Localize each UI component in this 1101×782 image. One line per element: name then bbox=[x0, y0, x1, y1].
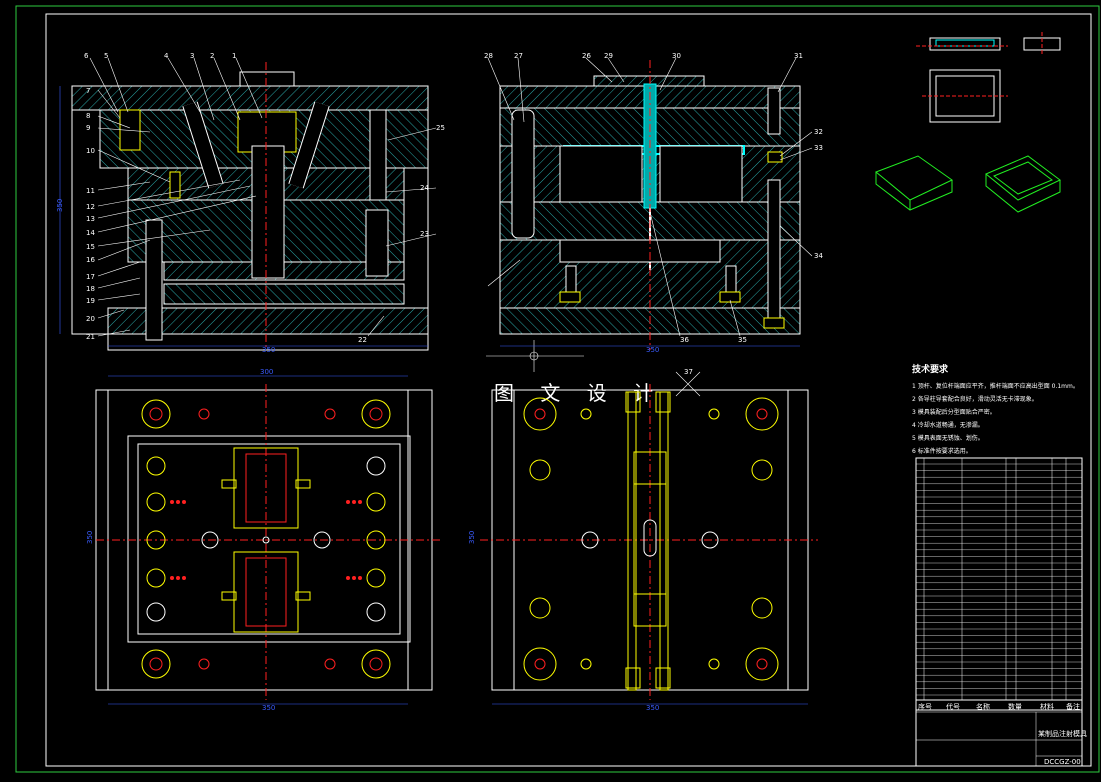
drawing-number: DCCGZ-00 bbox=[1044, 758, 1081, 766]
title-block-col-4: 材料 bbox=[1040, 702, 1054, 711]
callout-25: 25 bbox=[436, 124, 445, 132]
cad-drawing-canvas[interactable]: 6 5 4 3 2 1 7 8 9 10 11 12 13 14 15 16 1… bbox=[0, 0, 1101, 782]
callout-12: 12 bbox=[86, 203, 95, 211]
callout-31: 31 bbox=[794, 52, 803, 60]
callout-26: 26 bbox=[582, 52, 591, 60]
bottom-right-plan-view bbox=[480, 371, 818, 705]
callout-27: 27 bbox=[514, 52, 523, 60]
dim-bottom-left-width: 350 bbox=[262, 704, 275, 712]
callout-11: 11 bbox=[86, 187, 95, 195]
callout-14: 14 bbox=[86, 229, 95, 237]
callout-8: 8 bbox=[86, 112, 90, 120]
title-block-col-5: 备注 bbox=[1066, 702, 1080, 711]
callout-29: 29 bbox=[604, 52, 613, 60]
callout-19: 19 bbox=[86, 297, 95, 305]
callout-15: 15 bbox=[86, 243, 95, 251]
callout-30: 30 bbox=[672, 52, 681, 60]
callout-7: 7 bbox=[86, 87, 90, 95]
callout-32: 32 bbox=[814, 128, 823, 136]
title-block-col-3: 数量 bbox=[1008, 702, 1022, 711]
tech-req-line: 3 模具装配后分型面贴合严密。 bbox=[912, 408, 996, 416]
callout-34: 34 bbox=[814, 252, 823, 260]
part-views bbox=[875, 32, 1061, 213]
callout-33: 33 bbox=[814, 144, 823, 152]
tech-req-line: 4 冷却水道畅通，无渗漏。 bbox=[912, 421, 984, 429]
callout-5: 5 bbox=[104, 52, 108, 60]
callout-6: 6 bbox=[84, 52, 89, 60]
tech-req-line: 5 模具表面无锈蚀、划伤。 bbox=[912, 434, 984, 442]
bottom-left-plan-view bbox=[95, 375, 440, 705]
technical-requirements: 技术要求 1 顶杆、复位杆端面应平齐，推杆端面不应高出型面 0.1mm。 2 各… bbox=[912, 363, 1079, 455]
drawing-sheet: 6 5 4 3 2 1 7 8 9 10 11 12 13 14 15 16 1… bbox=[15, 5, 1100, 773]
drawing-title: 某制品注射模具 bbox=[1038, 729, 1087, 738]
callout-28: 28 bbox=[484, 52, 493, 60]
dim-bottom-left-top: 300 bbox=[260, 368, 273, 376]
callout-9: 9 bbox=[86, 124, 90, 132]
callout-16: 16 bbox=[86, 256, 95, 264]
top-left-section-view bbox=[59, 57, 437, 351]
callout-20: 20 bbox=[86, 315, 95, 323]
dim-top-left-width: 350 bbox=[262, 346, 275, 354]
title-block-col-1: 代号 bbox=[946, 702, 960, 711]
callout-2: 2 bbox=[210, 52, 214, 60]
dim-top-right-width: 350 bbox=[646, 346, 659, 354]
tech-req-line: 2 各导柱导套配合良好，滑动灵活无卡滞现象。 bbox=[912, 395, 1038, 403]
title-block-col-2: 名称 bbox=[976, 702, 990, 711]
callout-35: 35 bbox=[738, 336, 747, 344]
watermark-text: 图 文 设 计 bbox=[494, 381, 663, 405]
callout-24: 24 bbox=[420, 184, 429, 192]
callout-17: 17 bbox=[86, 273, 95, 281]
dim-bottom-left-height: 350 bbox=[86, 531, 94, 544]
callout-22: 22 bbox=[358, 336, 367, 344]
tech-req-title: 技术要求 bbox=[912, 363, 949, 375]
title-block-col-0: 序号 bbox=[918, 702, 932, 711]
parts-list-table bbox=[915, 457, 1083, 711]
callout-13: 13 bbox=[86, 215, 95, 223]
callout-1: 1 bbox=[232, 52, 236, 60]
callout-21: 21 bbox=[86, 333, 95, 341]
callout-10: 10 bbox=[86, 147, 95, 155]
dim-left-height: 350 bbox=[56, 199, 64, 212]
top-right-section-view bbox=[486, 57, 813, 372]
callout-37: 37 bbox=[684, 368, 693, 376]
callout-18: 18 bbox=[86, 285, 95, 293]
dim-bottom-right-height: 350 bbox=[468, 531, 476, 544]
tech-req-line: 6 标准件按要求选用。 bbox=[912, 447, 972, 455]
callout-36: 36 bbox=[680, 336, 689, 344]
dim-bottom-right-width: 350 bbox=[646, 704, 659, 712]
tech-req-line: 1 顶杆、复位杆端面应平齐，推杆端面不应高出型面 0.1mm。 bbox=[912, 382, 1079, 390]
callout-4: 4 bbox=[164, 52, 169, 60]
callout-3: 3 bbox=[190, 52, 194, 60]
callout-23: 23 bbox=[420, 230, 429, 238]
